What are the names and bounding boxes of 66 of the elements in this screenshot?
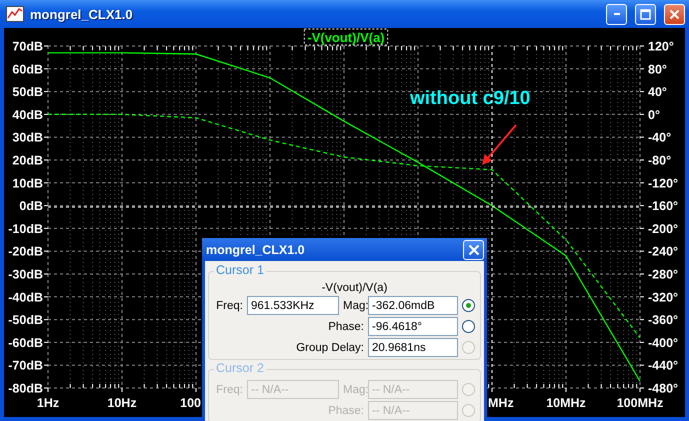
graph-icon	[6, 6, 24, 22]
axis-label: MHz	[488, 396, 514, 410]
axis-label: 120°	[648, 40, 674, 54]
axis-label: 0dB	[19, 199, 43, 214]
annotation-arrow	[482, 124, 517, 165]
axis-label: 70dB	[12, 40, 43, 54]
axis-label: 10MHz	[546, 396, 586, 410]
axis-label: -120°	[648, 176, 678, 190]
axis-label: -360°	[648, 313, 678, 328]
group-label: Cursor 1	[214, 263, 266, 277]
group-label: Cursor 2	[214, 361, 266, 375]
field-label: Freq:	[215, 384, 243, 396]
axis-label: -240°	[648, 244, 678, 259]
axis-label: -200°	[648, 222, 678, 236]
field-label: Group Delay:	[295, 342, 364, 354]
axis-label: -70dB	[8, 358, 43, 373]
axis-label: -80°	[648, 154, 672, 168]
radio-button[interactable]	[462, 320, 475, 333]
axis-label: -480°	[648, 382, 678, 396]
axis-label: -20dB	[8, 244, 43, 259]
axis-label: -60dB	[8, 336, 43, 350]
field-label: Phase:	[327, 320, 364, 332]
text-field[interactable]: -362.06mdB	[368, 296, 458, 315]
axis-label: 60dB	[12, 62, 43, 76]
axis-label: -440°	[648, 358, 678, 373]
axis-label: -320°	[648, 290, 678, 304]
axis-label: 10Hz	[107, 396, 137, 410]
axis-label: -40dB	[8, 290, 43, 304]
field-label: Phase:	[327, 404, 364, 416]
close-button[interactable]	[664, 4, 685, 24]
text-field[interactable]: -96.4618°	[368, 317, 458, 336]
maximize-icon	[640, 8, 651, 20]
window-title: mongrel_CLX1.0	[30, 6, 134, 22]
trace-label[interactable]: -V(vout)/V(a)	[304, 28, 388, 46]
axis-label: 20dB	[12, 154, 43, 168]
axis-label: -30dB	[8, 268, 43, 282]
axis-label: 0°	[648, 108, 660, 122]
radio-button[interactable]	[462, 299, 475, 312]
axis-label: 100	[180, 396, 201, 410]
axis-label: 1Hz	[36, 396, 60, 410]
axis-label: -40°	[648, 130, 672, 145]
axis-label: 100MHz	[616, 396, 664, 410]
annotation-text: without c9/10	[410, 88, 530, 109]
close-icon	[468, 244, 480, 256]
trace-name: -V(vout)/V(a)	[320, 282, 388, 294]
close-button[interactable]	[463, 240, 484, 260]
dialog-title: mongrel_CLX1.0	[206, 242, 305, 256]
axis-label: 40dB	[12, 108, 43, 122]
field-label: Freq:	[215, 300, 243, 312]
axis-label: -160°	[648, 199, 678, 214]
minimize-icon	[614, 13, 620, 15]
axis-label: -400°	[648, 336, 678, 350]
text-field[interactable]: 961.533KHz	[247, 296, 339, 315]
close-icon	[669, 8, 680, 20]
chart-title: -V(vout)/V(a)	[307, 30, 385, 45]
axis-label: 10dB	[12, 176, 43, 190]
axis-label: 50dB	[12, 85, 43, 100]
maximize-button[interactable]	[635, 4, 656, 24]
axis-label: -50dB	[8, 313, 43, 328]
axis-label: -80dB	[8, 382, 43, 396]
minimize-button[interactable]	[606, 4, 627, 24]
axis-label: -280°	[648, 268, 678, 282]
axis-label: 40°	[648, 85, 667, 100]
axis-label: 30dB	[12, 130, 43, 145]
axis-label: 80°	[648, 62, 667, 76]
axis-label: -10dB	[8, 222, 43, 236]
